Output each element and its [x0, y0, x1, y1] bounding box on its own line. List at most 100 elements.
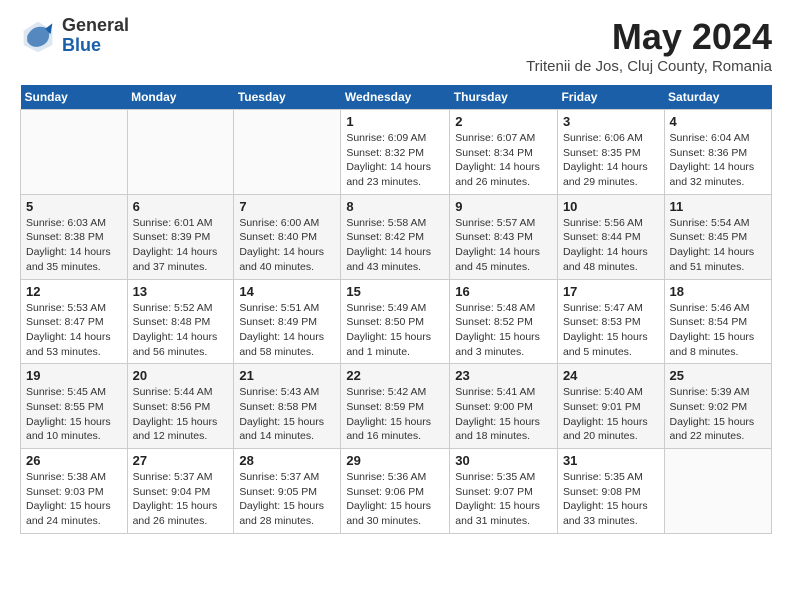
day-number: 27	[133, 453, 229, 468]
calendar-cell: 11 Sunrise: 5:54 AMSunset: 8:45 PMDayligh…	[664, 194, 771, 279]
logo: General Blue	[20, 16, 129, 56]
day-number: 11	[670, 199, 766, 214]
day-info: Sunrise: 5:52 AMSunset: 8:48 PMDaylight:…	[133, 301, 229, 360]
day-number: 3	[563, 114, 659, 129]
calendar-cell	[21, 110, 128, 195]
day-info: Sunrise: 5:49 AMSunset: 8:50 PMDaylight:…	[346, 301, 444, 360]
calendar-cell: 12 Sunrise: 5:53 AMSunset: 8:47 PMDayligh…	[21, 279, 128, 364]
day-number: 5	[26, 199, 122, 214]
day-info: Sunrise: 6:06 AMSunset: 8:35 PMDaylight:…	[563, 131, 659, 190]
day-info: Sunrise: 5:54 AMSunset: 8:45 PMDaylight:…	[670, 216, 766, 275]
title-block: May 2024 Tritenii de Jos, Cluj County, R…	[526, 16, 772, 75]
calendar-cell: 4Sunrise: 6:04 AMSunset: 8:36 PMDaylight…	[664, 110, 771, 195]
day-number: 7	[239, 199, 335, 214]
calendar-cell: 5Sunrise: 6:03 AMSunset: 8:38 PMDaylight…	[21, 194, 128, 279]
day-info: Sunrise: 5:48 AMSunset: 8:52 PMDaylight:…	[455, 301, 552, 360]
day-info: Sunrise: 5:35 AMSunset: 9:08 PMDaylight:…	[563, 470, 659, 529]
logo-text: General Blue	[62, 16, 129, 56]
day-info: Sunrise: 5:38 AMSunset: 9:03 PMDaylight:…	[26, 470, 122, 529]
day-info: Sunrise: 5:44 AMSunset: 8:56 PMDaylight:…	[133, 385, 229, 444]
day-info: Sunrise: 6:09 AMSunset: 8:32 PMDaylight:…	[346, 131, 444, 190]
day-number: 13	[133, 284, 229, 299]
day-info: Sunrise: 6:00 AMSunset: 8:40 PMDaylight:…	[239, 216, 335, 275]
calendar-cell: 27Sunrise: 5:37 AMSunset: 9:04 PMDayligh…	[127, 449, 234, 534]
day-info: Sunrise: 5:58 AMSunset: 8:42 PMDaylight:…	[346, 216, 444, 275]
day-number: 31	[563, 453, 659, 468]
calendar-cell: 26Sunrise: 5:38 AMSunset: 9:03 PMDayligh…	[21, 449, 128, 534]
day-number: 2	[455, 114, 552, 129]
day-number: 19	[26, 368, 122, 383]
weekday-header-monday: Monday	[127, 85, 234, 110]
calendar-cell: 25Sunrise: 5:39 AMSunset: 9:02 PMDayligh…	[664, 364, 771, 449]
calendar-cell: 30 Sunrise: 5:35 AMSunset: 9:07 PMDayligh…	[450, 449, 558, 534]
day-number: 16	[455, 284, 552, 299]
calendar-week-row: 19 Sunrise: 5:45 AMSunset: 8:55 PMDayligh…	[21, 364, 772, 449]
calendar-body: 1 Sunrise: 6:09 AMSunset: 8:32 PMDaylight…	[21, 110, 772, 534]
weekday-header-friday: Friday	[557, 85, 664, 110]
calendar-cell: 3 Sunrise: 6:06 AMSunset: 8:35 PMDaylight…	[557, 110, 664, 195]
day-number: 21	[239, 368, 335, 383]
calendar-title: May 2024	[526, 16, 772, 58]
calendar-cell	[234, 110, 341, 195]
calendar-week-row: 1 Sunrise: 6:09 AMSunset: 8:32 PMDaylight…	[21, 110, 772, 195]
day-number: 20	[133, 368, 229, 383]
calendar-cell: 15 Sunrise: 5:49 AMSunset: 8:50 PMDayligh…	[341, 279, 450, 364]
weekday-header-saturday: Saturday	[664, 85, 771, 110]
day-number: 18	[670, 284, 766, 299]
day-info: Sunrise: 5:35 AMSunset: 9:07 PMDaylight:…	[455, 470, 552, 529]
calendar-cell: 10 Sunrise: 5:56 AMSunset: 8:44 PMDayligh…	[557, 194, 664, 279]
calendar-cell: 21 Sunrise: 5:43 AMSunset: 8:58 PMDayligh…	[234, 364, 341, 449]
calendar-header: SundayMondayTuesdayWednesdayThursdayFrid…	[21, 85, 772, 110]
calendar-location: Tritenii de Jos, Cluj County, Romania	[526, 58, 772, 75]
calendar-week-row: 26Sunrise: 5:38 AMSunset: 9:03 PMDayligh…	[21, 449, 772, 534]
calendar-cell: 9 Sunrise: 5:57 AMSunset: 8:43 PMDaylight…	[450, 194, 558, 279]
calendar-table: SundayMondayTuesdayWednesdayThursdayFrid…	[20, 85, 772, 534]
day-number: 1	[346, 114, 444, 129]
calendar-cell: 8 Sunrise: 5:58 AMSunset: 8:42 PMDaylight…	[341, 194, 450, 279]
day-number: 8	[346, 199, 444, 214]
day-number: 25	[670, 368, 766, 383]
day-number: 4	[670, 114, 766, 129]
day-number: 6	[133, 199, 229, 214]
calendar-cell: 18 Sunrise: 5:46 AMSunset: 8:54 PMDayligh…	[664, 279, 771, 364]
day-number: 24	[563, 368, 659, 383]
calendar-cell	[127, 110, 234, 195]
day-number: 15	[346, 284, 444, 299]
calendar-week-row: 12 Sunrise: 5:53 AMSunset: 8:47 PMDayligh…	[21, 279, 772, 364]
day-info: Sunrise: 5:40 AMSunset: 9:01 PMDaylight:…	[563, 385, 659, 444]
page-header: General Blue May 2024 Tritenii de Jos, C…	[20, 16, 772, 75]
calendar-cell: 1 Sunrise: 6:09 AMSunset: 8:32 PMDaylight…	[341, 110, 450, 195]
calendar-cell: 22Sunrise: 5:42 AMSunset: 8:59 PMDayligh…	[341, 364, 450, 449]
day-info: Sunrise: 5:51 AMSunset: 8:49 PMDaylight:…	[239, 301, 335, 360]
weekday-header-tuesday: Tuesday	[234, 85, 341, 110]
day-info: Sunrise: 6:01 AMSunset: 8:39 PMDaylight:…	[133, 216, 229, 275]
day-info: Sunrise: 5:46 AMSunset: 8:54 PMDaylight:…	[670, 301, 766, 360]
day-info: Sunrise: 5:56 AMSunset: 8:44 PMDaylight:…	[563, 216, 659, 275]
calendar-cell: 20 Sunrise: 5:44 AMSunset: 8:56 PMDayligh…	[127, 364, 234, 449]
calendar-cell: 16 Sunrise: 5:48 AMSunset: 8:52 PMDayligh…	[450, 279, 558, 364]
weekday-header-sunday: Sunday	[21, 85, 128, 110]
weekday-header-row: SundayMondayTuesdayWednesdayThursdayFrid…	[21, 85, 772, 110]
day-number: 9	[455, 199, 552, 214]
calendar-cell: 7 Sunrise: 6:00 AMSunset: 8:40 PMDaylight…	[234, 194, 341, 279]
calendar-cell	[664, 449, 771, 534]
calendar-cell: 14 Sunrise: 5:51 AMSunset: 8:49 PMDayligh…	[234, 279, 341, 364]
day-info: Sunrise: 5:53 AMSunset: 8:47 PMDaylight:…	[26, 301, 122, 360]
calendar-cell: 31 Sunrise: 5:35 AMSunset: 9:08 PMDayligh…	[557, 449, 664, 534]
day-number: 12	[26, 284, 122, 299]
day-number: 10	[563, 199, 659, 214]
day-number: 17	[563, 284, 659, 299]
day-number: 14	[239, 284, 335, 299]
logo-general-text: General	[62, 16, 129, 36]
logo-icon	[20, 18, 56, 54]
day-info: Sunrise: 5:57 AMSunset: 8:43 PMDaylight:…	[455, 216, 552, 275]
day-number: 30	[455, 453, 552, 468]
calendar-cell: 2Sunrise: 6:07 AMSunset: 8:34 PMDaylight…	[450, 110, 558, 195]
calendar-cell: 13 Sunrise: 5:52 AMSunset: 8:48 PMDayligh…	[127, 279, 234, 364]
calendar-cell: 28Sunrise: 5:37 AMSunset: 9:05 PMDayligh…	[234, 449, 341, 534]
calendar-week-row: 5Sunrise: 6:03 AMSunset: 8:38 PMDaylight…	[21, 194, 772, 279]
day-info: Sunrise: 5:43 AMSunset: 8:58 PMDaylight:…	[239, 385, 335, 444]
weekday-header-wednesday: Wednesday	[341, 85, 450, 110]
calendar-cell: 19 Sunrise: 5:45 AMSunset: 8:55 PMDayligh…	[21, 364, 128, 449]
day-info: Sunrise: 5:45 AMSunset: 8:55 PMDaylight:…	[26, 385, 122, 444]
